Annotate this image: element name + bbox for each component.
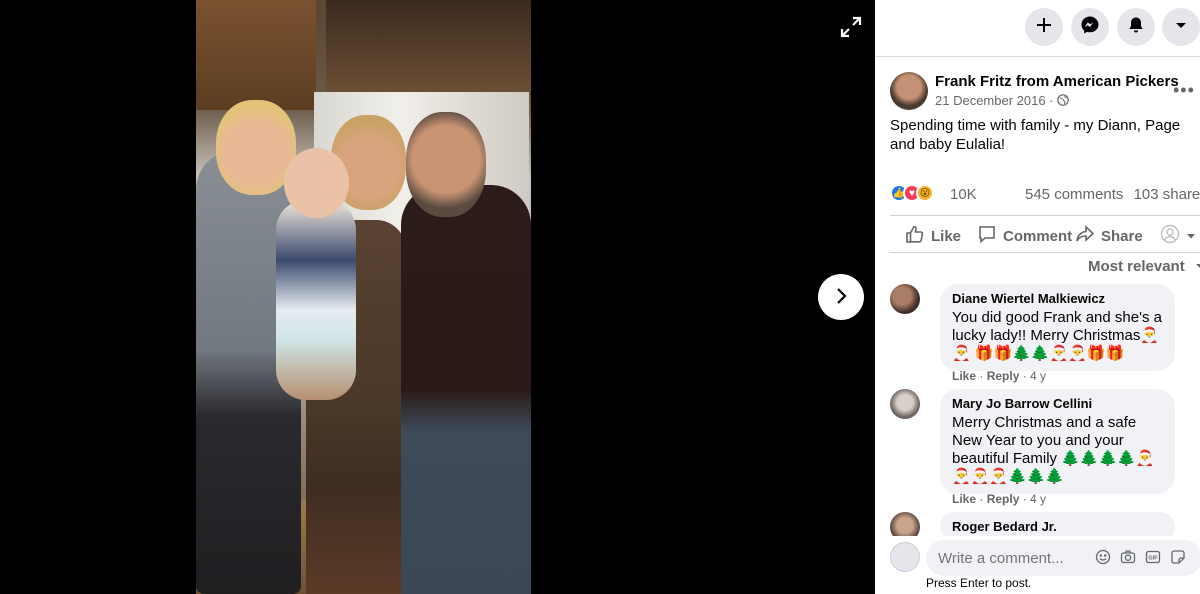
wow-reaction-icon: 😮	[916, 184, 934, 202]
svg-text:GIF: GIF	[1148, 556, 1158, 562]
comment-icon	[977, 224, 997, 248]
globe-icon	[1057, 93, 1069, 108]
like-label: Like	[931, 227, 962, 245]
comment-meta: Like · Reply · 4 y	[952, 369, 1047, 383]
sort-label: Most relevant	[1088, 258, 1185, 275]
post-date[interactable]: 21 December 2016 ·	[935, 93, 1069, 108]
comment-label: Comment	[1003, 227, 1073, 245]
commenter-avatar[interactable]	[890, 389, 920, 419]
post-text: Spending time with family - my Diann, Pa…	[890, 117, 1181, 153]
chevron-right-icon	[831, 286, 851, 309]
expand-icon[interactable]	[838, 14, 864, 40]
messenger-icon	[1080, 15, 1100, 40]
next-photo-button[interactable]	[818, 274, 864, 320]
post-photo[interactable]	[196, 0, 531, 594]
comment-button[interactable]: Comment	[977, 224, 1072, 248]
comment-reply-link[interactable]: Reply	[987, 492, 1020, 506]
author-avatar[interactable]	[890, 72, 928, 110]
post-date-text: 21 December 2016 ·	[935, 93, 1054, 108]
comments-count[interactable]: 545 comments	[1025, 186, 1123, 203]
share-label: Share	[1101, 227, 1143, 245]
commenter-avatar[interactable]	[890, 284, 920, 314]
comment-like-link[interactable]: Like	[952, 492, 976, 506]
comment-age[interactable]: · 4 y	[1023, 369, 1046, 383]
caret-down-icon	[1186, 228, 1196, 245]
like-button[interactable]: Like	[905, 224, 961, 248]
comment-like-link[interactable]: Like	[952, 369, 976, 383]
photo-viewer	[0, 0, 875, 594]
share-button[interactable]: Share	[1075, 224, 1143, 248]
shares-count[interactable]: 103 shares	[1134, 186, 1200, 203]
comment-text: You did good Frank and she's a lucky lad…	[952, 309, 1162, 362]
emoji-icon[interactable]	[1095, 549, 1111, 568]
more-dots-icon[interactable]: •••	[1173, 80, 1195, 101]
messenger-button[interactable]	[1071, 8, 1109, 46]
comment-reply-link[interactable]: Reply	[987, 369, 1020, 383]
gif-icon[interactable]: GIF	[1145, 549, 1161, 568]
commenter-name[interactable]: Mary Jo Barrow Cellini	[952, 396, 1163, 411]
top-bar	[875, 0, 1200, 57]
camera-icon[interactable]	[1120, 549, 1136, 568]
account-menu-button[interactable]	[1162, 8, 1200, 46]
create-button[interactable]	[1025, 8, 1063, 46]
profile-circle-icon	[1160, 224, 1180, 248]
commenter-name[interactable]: Diane Wiertel Malkiewicz	[952, 291, 1163, 306]
plus-icon	[1035, 16, 1053, 39]
share-icon	[1075, 224, 1095, 248]
author-name[interactable]: Frank Fritz from American Pickers	[935, 73, 1179, 90]
bell-icon	[1127, 16, 1145, 39]
post-panel: Frank Fritz from American Pickers 21 Dec…	[875, 0, 1200, 594]
post-actions: Like Comment Share	[890, 215, 1200, 253]
comment-sort-dropdown[interactable]: Most relevant	[1088, 258, 1200, 275]
notifications-button[interactable]	[1117, 8, 1155, 46]
sticker-icon[interactable]	[1170, 549, 1186, 568]
comment-age[interactable]: · 4 y	[1023, 492, 1046, 506]
caret-down-icon	[1189, 258, 1200, 275]
reaction-profile-selector[interactable]	[1160, 224, 1196, 248]
reactions-summary[interactable]: 👍 ♥ 😮	[890, 183, 934, 203]
thumbs-up-icon	[905, 224, 925, 248]
comment-meta: Like · Reply · 4 y	[952, 492, 1047, 506]
commenter-name[interactable]: Roger Bedard Jr.	[952, 519, 1163, 534]
comment-text: Merry Christmas and a safe New Year to y…	[952, 414, 1155, 485]
comment-bubble: Mary Jo Barrow Cellini Merry Christmas a…	[940, 389, 1175, 494]
caret-down-icon	[1174, 18, 1188, 37]
post-hint: Press Enter to post.	[926, 576, 1032, 590]
my-avatar	[890, 542, 920, 572]
reaction-count[interactable]: 10K	[950, 186, 977, 203]
comment-bubble: Diane Wiertel Malkiewicz You did good Fr…	[940, 284, 1175, 371]
